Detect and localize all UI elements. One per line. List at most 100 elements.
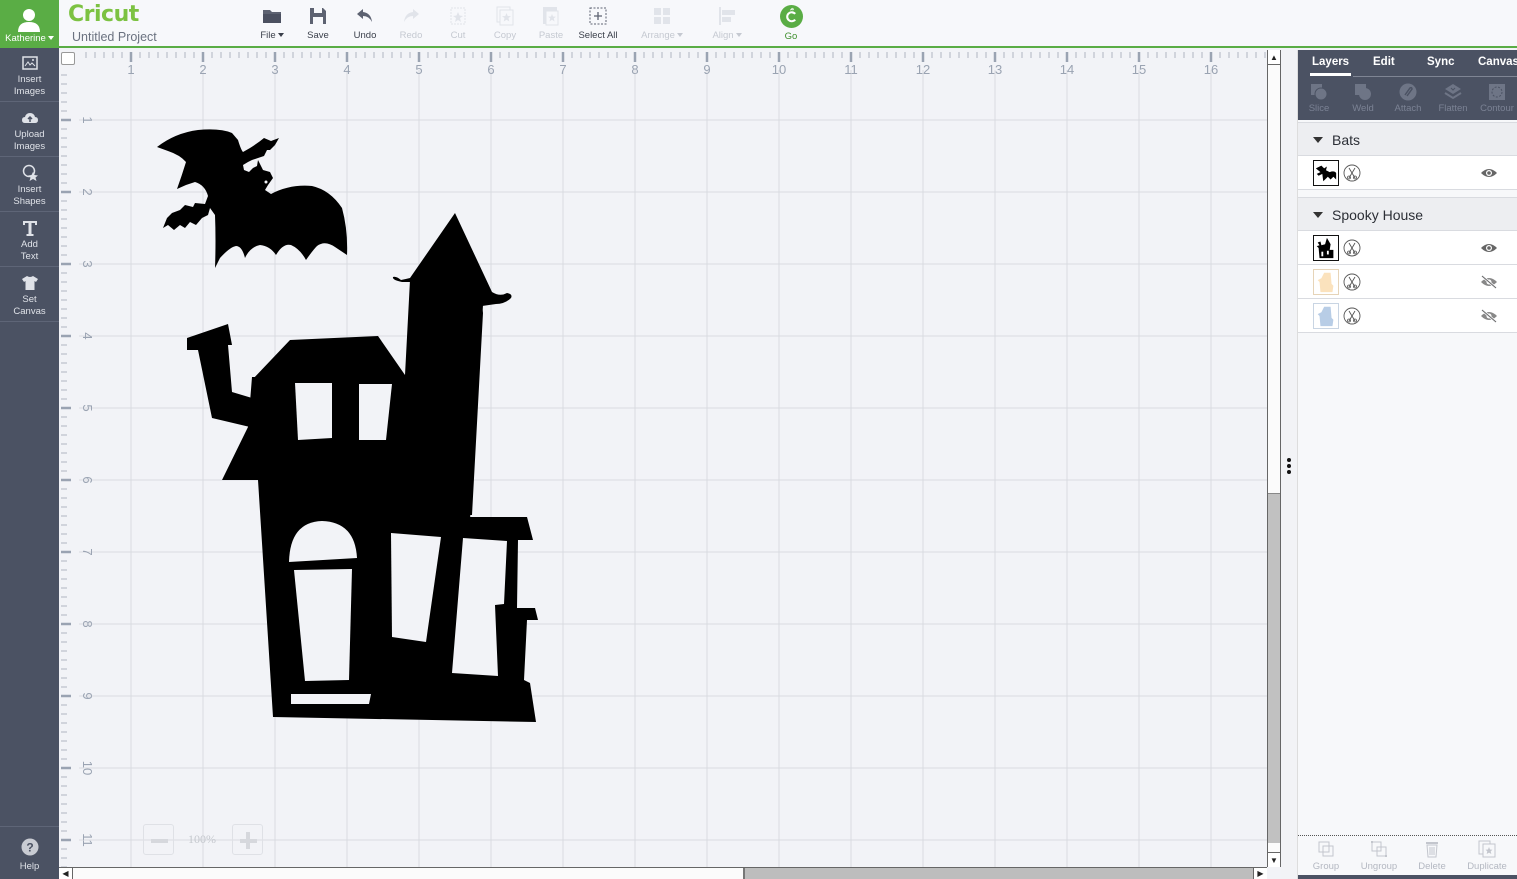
text-icon [22, 221, 37, 236]
add-text-button[interactable]: Add Text [0, 213, 59, 267]
layer-group-spooky-house[interactable]: Spooky House [1298, 197, 1517, 231]
design-canvas[interactable]: 1 2 3 4 5 6 7 8 9 10 11 12 13 14 15 16 1 2 3 4 5 6 7 8 9 10 11 [59, 50, 1267, 867]
set-canvas-button[interactable]: Set Canvas [0, 268, 59, 322]
layer-thumbnail [1313, 303, 1339, 329]
scroll-down-arrow[interactable]: ▼ [1268, 852, 1280, 867]
ruler-y-label: 6 [80, 476, 95, 483]
undo-button[interactable]: Undo [340, 3, 390, 43]
collapse-triangle-icon[interactable] [1313, 212, 1323, 218]
cut-operation-icon[interactable] [1343, 239, 1361, 257]
copy-button[interactable]: Copy [480, 3, 530, 43]
ruler-x-label: 15 [1132, 62, 1146, 77]
spooky-house-image[interactable] [187, 213, 538, 722]
arrange-icon [654, 8, 670, 24]
panel-splitter[interactable] [1281, 50, 1298, 879]
file-label: File [260, 30, 276, 41]
zoom-in-button[interactable] [232, 824, 263, 855]
upload-images-button[interactable]: Upload Images [0, 103, 59, 157]
cut-button[interactable]: Cut [433, 3, 483, 43]
attach-button[interactable]: Attach [1388, 83, 1428, 114]
insert-images-label: Insert [17, 74, 42, 85]
scroll-right-arrow[interactable]: ▶ [1253, 868, 1267, 879]
help-label: Help [19, 861, 40, 872]
add-text-label: Add [21, 239, 38, 250]
eye-hidden-icon[interactable] [1480, 309, 1498, 323]
help-button[interactable]: ? Help [0, 826, 59, 879]
vertical-scrollbar[interactable]: ▲ ▼ [1267, 50, 1281, 867]
ruler-x-label: 14 [1060, 62, 1074, 77]
brand: Cricut Untitled Project [68, 2, 157, 44]
group-button[interactable]: Group [1301, 840, 1351, 872]
layer-row[interactable] [1298, 265, 1517, 299]
cut-operation-icon[interactable] [1343, 307, 1361, 325]
tab-canvas[interactable]: Canvas [1478, 56, 1517, 68]
bat-image[interactable] [157, 129, 348, 268]
layer-thumbnail [1313, 269, 1339, 295]
flatten-button[interactable]: Flatten [1433, 83, 1473, 114]
layer-row[interactable] [1298, 231, 1517, 265]
save-button[interactable]: Save [293, 3, 343, 43]
horizontal-scrollbar[interactable]: ◀ ▶ [59, 867, 1267, 879]
contour-icon [1489, 84, 1505, 100]
eye-icon[interactable] [1480, 241, 1498, 255]
horizontal-scroll-thumb[interactable] [743, 868, 1253, 879]
zoom-out-button[interactable] [143, 824, 174, 855]
zoom-controls: 100% [143, 824, 263, 855]
insert-images-button[interactable]: Insert Images [0, 48, 59, 102]
undo-label: Undo [353, 30, 377, 41]
paste-button[interactable]: Paste [526, 3, 576, 43]
cricut-design-space: Katherine Cricut Untitled Project File S… [0, 0, 1517, 879]
eye-icon[interactable] [1480, 166, 1498, 180]
scroll-left-arrow[interactable]: ◀ [59, 868, 73, 879]
user-menu[interactable]: Katherine [0, 0, 59, 48]
ungroup-button[interactable]: Ungroup [1354, 840, 1404, 872]
eye-hidden-icon[interactable] [1480, 275, 1498, 289]
project-title[interactable]: Untitled Project [72, 30, 157, 44]
slice-icon [1311, 84, 1328, 101]
delete-button[interactable]: Delete [1407, 840, 1457, 872]
vertical-scroll-thumb[interactable] [1268, 493, 1280, 843]
paste-icon [543, 7, 559, 26]
duplicate-button[interactable]: Duplicate [1462, 840, 1512, 872]
slice-label: Slice [1308, 103, 1330, 114]
flatten-icon [1444, 84, 1462, 100]
paste-label: Paste [538, 30, 564, 41]
scroll-up-arrow[interactable]: ▲ [1268, 50, 1280, 65]
horizontal-ruler [59, 50, 1267, 70]
arrange-label: Arrange [641, 30, 675, 41]
cut-operation-icon[interactable] [1343, 273, 1361, 291]
ruler-x-label: 3 [271, 62, 278, 77]
align-button[interactable]: Align [702, 3, 752, 43]
layer-row[interactable] [1298, 156, 1517, 190]
folder-icon [263, 10, 281, 23]
ruler-y-label: 10 [80, 761, 95, 775]
drag-handle-icon [1287, 458, 1292, 476]
left-sidebar: Insert Images Upload Images Insert Shape… [0, 48, 59, 879]
ruler-y-label: 8 [80, 620, 95, 627]
cut-icon [450, 7, 466, 25]
tab-layers[interactable]: Layers [1309, 56, 1352, 76]
file-button[interactable]: File [247, 3, 297, 43]
layer-row[interactable] [1298, 299, 1517, 333]
go-button[interactable]: Go [766, 3, 816, 43]
select-all-button[interactable]: Select All [573, 3, 623, 43]
redo-button[interactable]: Redo [386, 3, 436, 43]
cut-operation-icon[interactable] [1343, 164, 1361, 182]
ruler-x-label: 4 [343, 62, 350, 77]
canvas-grid: 1 2 3 4 5 6 7 8 9 10 11 12 13 14 15 161234567891011 [59, 50, 1267, 867]
ruler-x-label: 13 [988, 62, 1002, 77]
slice-button[interactable]: Slice [1299, 83, 1339, 114]
arrange-button[interactable]: Arrange [637, 3, 687, 43]
delete-label: Delete [1418, 861, 1446, 872]
insert-shapes-button[interactable]: Insert Shapes [0, 158, 59, 212]
tab-sync[interactable]: Sync [1427, 56, 1455, 68]
tab-edit[interactable]: Edit [1373, 56, 1395, 68]
align-label: Align [712, 30, 734, 41]
layer-group-bats[interactable]: Bats [1298, 122, 1517, 156]
collapse-triangle-icon[interactable] [1313, 137, 1323, 143]
contour-button[interactable]: Contour [1477, 83, 1517, 114]
ruler-x-label: 5 [415, 62, 422, 77]
plus-icon-vertical [246, 832, 250, 849]
ruler-y-label: 3 [80, 260, 95, 267]
weld-button[interactable]: Weld [1343, 83, 1383, 114]
